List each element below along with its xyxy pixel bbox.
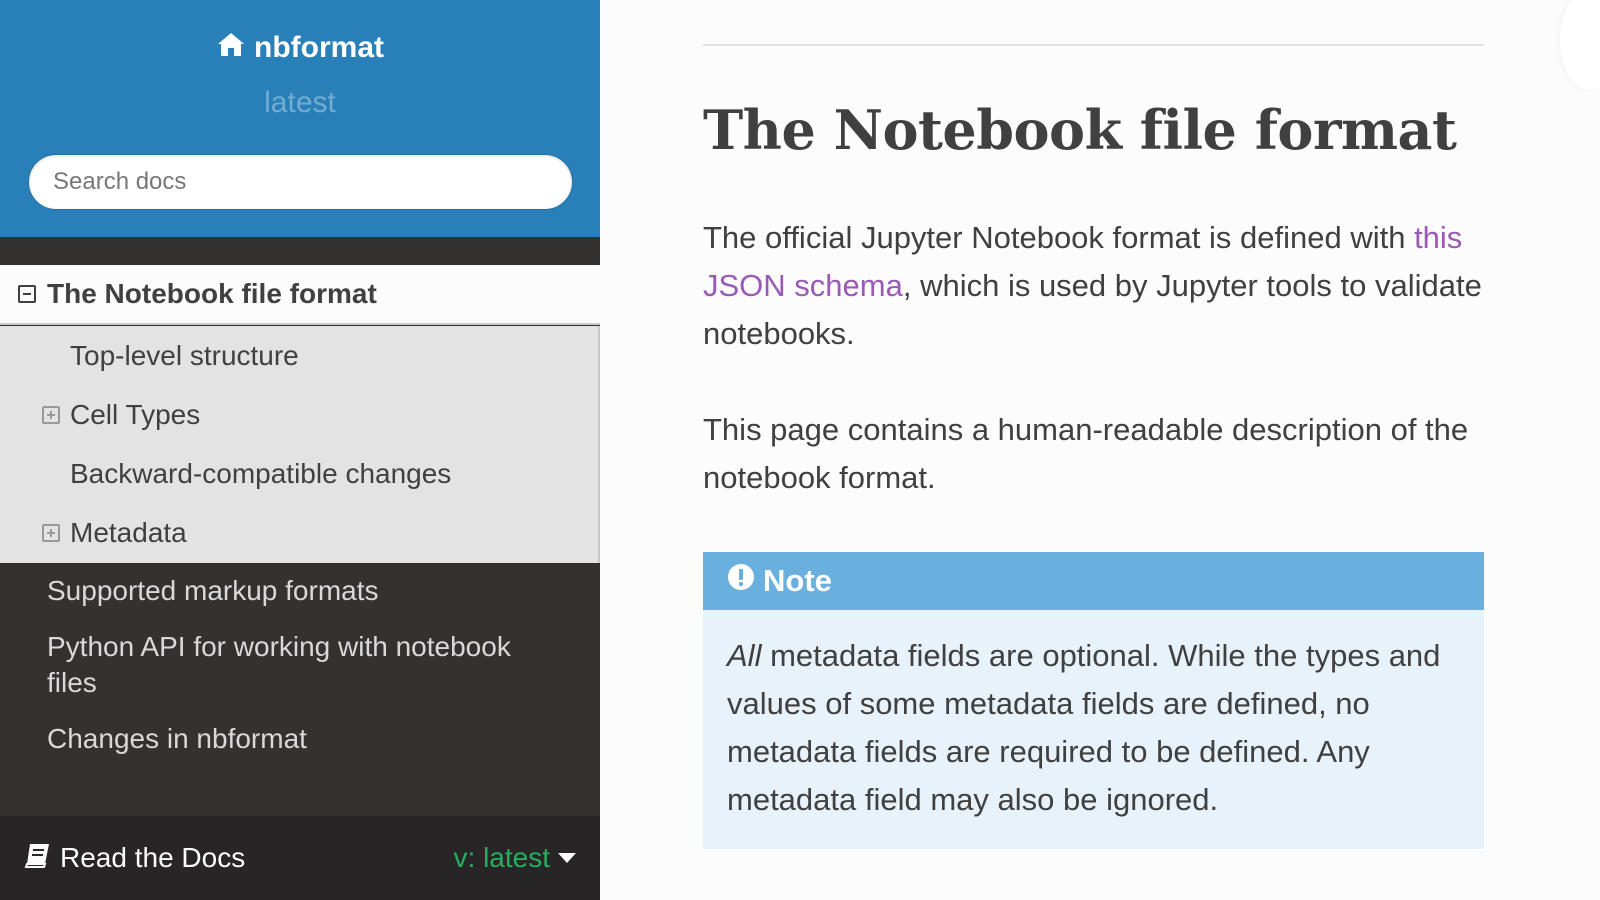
book-icon bbox=[24, 842, 52, 875]
home-icon bbox=[216, 30, 246, 66]
note-emphasis: All bbox=[727, 638, 762, 673]
toc-item-metadata[interactable]: Metadata bbox=[0, 503, 598, 562]
toc-list: Supported markup formats Python API for … bbox=[0, 563, 600, 767]
rtd-label-text: Read the Docs bbox=[60, 842, 246, 873]
intro-text-start: The official Jupyter Notebook format is … bbox=[703, 220, 1415, 255]
toc-item-backward-compatible-changes[interactable]: Backward-compatible changes bbox=[0, 444, 598, 503]
page-edge bbox=[1560, 0, 1600, 90]
brand-name: nbformat bbox=[254, 31, 384, 64]
home-link[interactable]: nbformat bbox=[0, 30, 600, 66]
collapse-icon[interactable] bbox=[18, 285, 36, 303]
note-title-text: Note bbox=[763, 563, 832, 598]
docs-version: latest bbox=[264, 86, 336, 119]
expand-icon[interactable] bbox=[42, 524, 60, 542]
search-input[interactable] bbox=[28, 154, 573, 210]
toc-current-item[interactable]: The Notebook file format bbox=[0, 265, 600, 325]
toc-subsection: Top-level structure Cell Types Backward-… bbox=[0, 326, 600, 563]
sidebar: nbformat latest The Notebook file format… bbox=[0, 0, 600, 900]
note-title: Note bbox=[703, 552, 1484, 610]
note-body-text: metadata fields are optional. While the … bbox=[727, 638, 1441, 817]
rtd-versions-bar[interactable]: Read the Docs v: latest bbox=[0, 816, 600, 900]
toc-item-label: Backward-compatible changes bbox=[70, 457, 452, 489]
rtd-label: Read the Docs bbox=[24, 842, 245, 875]
toc-item-top-level-structure[interactable]: Top-level structure bbox=[0, 326, 598, 385]
sidebar-header: nbformat latest bbox=[0, 0, 600, 237]
toc-item-label: Cell Types bbox=[70, 398, 201, 430]
expand-icon[interactable] bbox=[42, 406, 60, 424]
toc-current-label: The Notebook file format bbox=[47, 278, 377, 309]
version-selector-label: v: latest bbox=[453, 842, 550, 873]
divider bbox=[0, 237, 600, 265]
toc-item-python-api[interactable]: Python API for working with notebook fil… bbox=[0, 619, 600, 711]
version-selector[interactable]: v: latest bbox=[454, 842, 576, 874]
toc-item-label: Metadata bbox=[70, 516, 187, 548]
description-paragraph: This page contains a human-readable desc… bbox=[703, 412, 1469, 495]
exclamation-circle-icon bbox=[727, 563, 755, 599]
caret-down-icon bbox=[558, 853, 576, 863]
toc-item-changes-in-nbformat[interactable]: Changes in nbformat bbox=[0, 711, 600, 767]
intro-paragraph: The official Jupyter Notebook format is … bbox=[703, 214, 1484, 358]
note-body: All metadata fields are optional. While … bbox=[703, 610, 1484, 824]
page-title: The Notebook file format bbox=[703, 98, 1457, 162]
note-admonition: Note All metadata fields are optional. W… bbox=[703, 552, 1484, 849]
breadcrumb-divider bbox=[703, 44, 1484, 46]
toc-item-supported-markup-formats[interactable]: Supported markup formats bbox=[0, 563, 600, 619]
toc-item-label: Top-level structure bbox=[70, 339, 299, 371]
toc-item-cell-types[interactable]: Cell Types bbox=[0, 385, 598, 444]
